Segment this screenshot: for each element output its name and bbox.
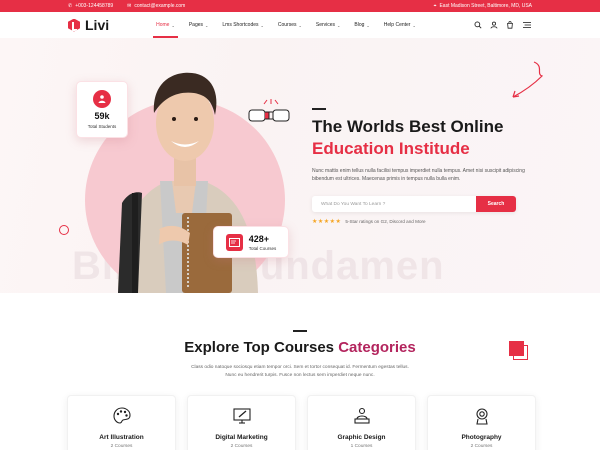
nav-item-label: Blog xyxy=(354,22,365,28)
rating-row: ★★★★★ 5-Star ratings on G2, Discord and … xyxy=(312,218,426,225)
certificate-icon xyxy=(225,233,243,251)
chevron-down-icon: ⌄ xyxy=(298,22,302,28)
decor-ring xyxy=(59,225,69,235)
category-card-art-illustration[interactable]: Art Illustration 2 Courses xyxy=(67,395,176,450)
courses-stat-card: 428+ Total Courses xyxy=(213,226,289,258)
search-icon[interactable] xyxy=(474,21,482,29)
nav-item-label: Lms Shortcodes xyxy=(222,22,259,28)
categories-title-plain: Explore Top Courses xyxy=(184,339,335,356)
phone-contact[interactable]: ✆ +003-124458789 xyxy=(68,3,113,9)
top-bar: ✆ +003-124458789 ✉ contact@example.com ⌖… xyxy=(0,0,600,12)
category-name: Art Illustration xyxy=(99,434,144,441)
mail-icon: ✉ xyxy=(127,3,132,9)
logo-icon xyxy=(68,18,80,32)
star-rating-icon: ★★★★★ xyxy=(312,219,342,225)
rating-text: 5-Star ratings on G2, Discord and More xyxy=(345,219,426,224)
categories-divider xyxy=(293,330,307,332)
hero-section: Biblical Fundamen 59k xyxy=(0,38,600,293)
nav-item-services[interactable]: Services ⌄ xyxy=(309,12,348,38)
phone-text: +003-124458789 xyxy=(75,3,114,9)
category-cards: Art Illustration 2 Courses Digital Marke… xyxy=(67,395,536,450)
chevron-down-icon: ⌄ xyxy=(205,22,209,28)
palette-icon xyxy=(112,407,131,424)
cart-icon[interactable] xyxy=(506,21,514,29)
user-icon[interactable] xyxy=(490,21,498,29)
categories-title-highlight: Categories xyxy=(338,339,416,356)
email-text: contact@example.com xyxy=(134,3,186,9)
nav-item-home[interactable]: Home ⌄ xyxy=(149,12,182,38)
hero-divider xyxy=(312,108,326,110)
category-count: 2 Courses xyxy=(470,444,493,449)
address-text: East Madison Street, Baltimore, MD, USA xyxy=(439,3,532,9)
categories-description: Class odio natoque sociosqu etiam tempor… xyxy=(191,365,409,378)
students-count: 59k xyxy=(94,111,110,121)
nav-item-label: Services xyxy=(315,22,336,28)
decor-arrow-icon xyxy=(512,61,544,98)
nav-item-label: Help Center xyxy=(383,22,411,28)
category-card-digital-marketing[interactable]: Digital Marketing 2 Courses xyxy=(187,395,296,450)
location-pin-icon: ⌖ xyxy=(433,3,437,9)
nav-item-blog[interactable]: Blog ⌄ xyxy=(347,12,376,38)
course-search-form: Search xyxy=(312,196,516,212)
phone-icon: ✆ xyxy=(68,3,73,9)
category-card-graphic-design[interactable]: Graphic Design 1 Courses xyxy=(307,395,416,450)
designer-icon xyxy=(353,407,370,424)
students-stat-card: 59k Total Students xyxy=(76,81,128,138)
logo-text: Livi xyxy=(85,17,110,33)
courses-stat-text: 428+ Total Courses xyxy=(249,234,277,251)
nav-menu: Home ⌄ Pages ⌄ Lms Shortcodes ⌄ Courses ⌄ Se… xyxy=(149,12,423,38)
chevron-down-icon: ⌄ xyxy=(366,22,370,28)
search-button[interactable]: Search xyxy=(476,196,516,212)
nav-item-label: Courses xyxy=(277,22,297,28)
menu-icon[interactable] xyxy=(522,21,532,29)
category-count: 2 Courses xyxy=(230,444,253,449)
course-search-input[interactable] xyxy=(312,196,472,212)
nav-item-label: Home xyxy=(156,22,170,28)
chevron-down-icon: ⌄ xyxy=(260,22,264,28)
chevron-down-icon: ⌄ xyxy=(412,22,416,28)
nav-item-label: Pages xyxy=(188,22,204,28)
monitor-pen-icon xyxy=(232,408,251,424)
decor-square-filled xyxy=(509,341,524,356)
email-contact[interactable]: ✉ contact@example.com xyxy=(127,3,185,9)
categories-section: Explore Top Courses Categories Class odi… xyxy=(0,293,600,450)
courses-label: Total Courses xyxy=(248,245,277,251)
category-name: Digital Marketing xyxy=(215,434,268,441)
category-name: Graphic Design xyxy=(337,434,386,441)
address-contact: ⌖ East Madison Street, Baltimore, MD, US… xyxy=(434,3,532,9)
hero-description: Nunc mattis enim tellus nulla facilisi t… xyxy=(312,168,525,182)
logo[interactable]: Livi xyxy=(68,17,109,33)
nav-item-courses[interactable]: Courses ⌄ xyxy=(271,12,309,38)
nav-item-help-center[interactable]: Help Center ⌄ xyxy=(377,12,423,38)
category-count: 1 Courses xyxy=(350,444,373,449)
camera-icon xyxy=(475,408,488,425)
students-label: Total Students xyxy=(87,124,117,129)
chevron-down-icon: ⌄ xyxy=(337,22,341,28)
category-name: Photography xyxy=(461,434,502,441)
nav-item-lms-shortcodes[interactable]: Lms Shortcodes ⌄ xyxy=(215,12,271,38)
main-navigation: Livi Home ⌄ Pages ⌄ Lms Shortcodes ⌄ Course… xyxy=(0,12,600,38)
nav-actions xyxy=(474,21,532,29)
nav-item-pages[interactable]: Pages ⌄ xyxy=(182,12,216,38)
hero-title-line1: The Worlds Best Online xyxy=(312,117,504,136)
courses-count: 428+ xyxy=(248,233,270,244)
category-count: 2 Courses xyxy=(110,444,133,449)
chevron-down-icon: ⌄ xyxy=(171,22,175,28)
hero-title-line2: Education Institude xyxy=(312,139,470,158)
student-badge-icon xyxy=(93,90,111,108)
category-card-photography[interactable]: Photography 2 Courses xyxy=(427,395,536,450)
